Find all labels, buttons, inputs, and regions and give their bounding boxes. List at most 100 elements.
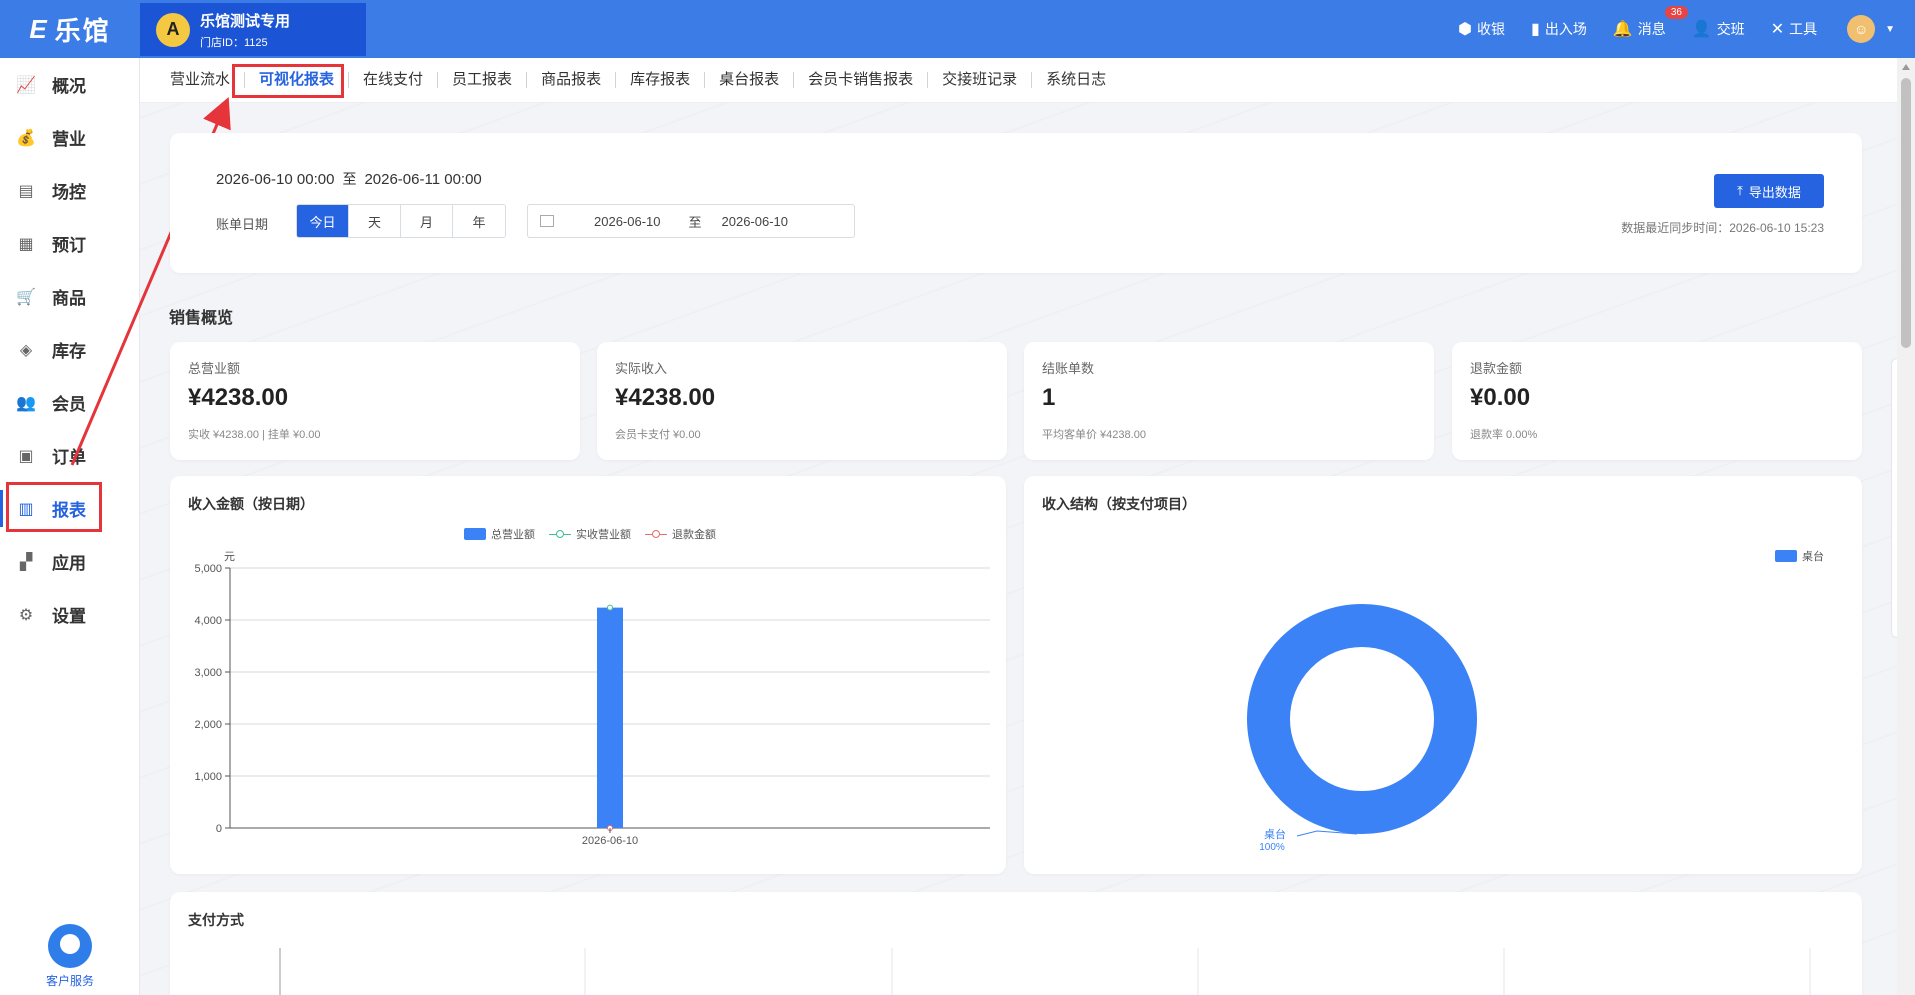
filter-card: 2026-06-10 00:00 至 2026-06-11 00:00 账单日期 今… — [170, 133, 1862, 273]
cash-register-button[interactable]: ⬢ 收银 — [1458, 19, 1505, 39]
tab-online-payment[interactable]: 在线支付 — [349, 72, 439, 88]
bell-icon: 🔔 — [1612, 21, 1633, 38]
income-bar-chart: 元5,000 4,000 3,000 2,000 1,000 0 2026-06-10 — [194, 551, 990, 847]
chevron-down-icon[interactable]: ▼ — [1885, 24, 1895, 35]
tab-inventory-report[interactable]: 库存报表 — [616, 72, 706, 88]
money-bag-icon: 💰 — [16, 129, 36, 147]
sidebar-item-goods[interactable]: 🛒 商品 — [0, 270, 139, 323]
sidebar-item-apps[interactable]: ▞ 应用 — [0, 535, 139, 588]
gear-icon: ⚙ — [18, 606, 34, 624]
message-count-badge: 36 — [1664, 6, 1688, 19]
sidebar-item-label: 商品 — [52, 289, 86, 308]
export-data-button[interactable]: ⤒ 导出数据 — [1714, 174, 1824, 208]
sidebar-item-label: 库存 — [52, 342, 86, 361]
sidebar-item-business[interactable]: 💰 营业 — [0, 111, 139, 164]
period-month-button[interactable]: 月 — [401, 205, 453, 237]
customer-service-button[interactable]: 客户服务 — [0, 924, 140, 989]
sidebar-item-inventory[interactable]: ◈ 库存 — [0, 323, 139, 376]
y-tick-label: 4,000 — [194, 615, 222, 627]
sidebar-item-booking[interactable]: ▦ 预订 — [0, 217, 139, 270]
slice-label-percent: 100% — [1259, 842, 1285, 853]
income-donut-chart: 桌台100% — [1247, 604, 1477, 853]
tab-system-log[interactable]: 系统日志 — [1032, 72, 1120, 88]
y-axis-unit: 元 — [224, 551, 235, 563]
top-bar: E 乐馆 A 乐馆测试专用 门店ID：1125 ⬢ 收银 ▮ 出入场 🔔 消息 36 👤 交… — [0, 0, 1915, 58]
sidebar-item-overview[interactable]: 📈 概况 — [0, 58, 139, 111]
kpi-value: 1 — [1042, 384, 1056, 411]
kpi-label: 总营业额 — [188, 361, 241, 376]
sidebar-item-label: 概况 — [52, 77, 86, 96]
scroll-up-icon[interactable] — [1902, 64, 1910, 70]
range-sep: 至 — [342, 171, 357, 187]
tab-goods-report[interactable]: 商品报表 — [527, 72, 617, 88]
date-from: 2026-06-10 — [594, 213, 661, 229]
kpi-sub: 实收 ¥4238.00 | 挂单 ¥0.00 — [188, 429, 321, 441]
sidebar-item-label: 营业 — [52, 130, 86, 149]
export-label: 导出数据 — [1748, 184, 1801, 200]
tools-button[interactable]: ✕ 工具 — [1771, 19, 1817, 39]
user-avatar[interactable]: ☺ — [1847, 15, 1876, 43]
store-name: 乐馆测试专用 — [200, 12, 291, 30]
headset-icon — [48, 924, 92, 968]
top-actions: ⬢ 收银 ▮ 出入场 🔔 消息 36 👤 交班 ✕ 工具 ☺ ▼ — [1432, 0, 1895, 58]
customer-service-label: 客户服务 — [45, 974, 94, 988]
kpi-sub: 退款率 0.00% — [1470, 429, 1538, 441]
action-label: 消息 — [1637, 21, 1666, 37]
sidebar-item-field-control[interactable]: ▤ 场控 — [0, 164, 139, 217]
store-switcher[interactable]: A 乐馆测试专用 门店ID：1125 — [140, 3, 366, 56]
bar-total-revenue — [597, 607, 623, 828]
period-year-button[interactable]: 年 — [453, 205, 505, 237]
sync-time: 数据最近同步时间：2026-06-10 15:23 — [1621, 221, 1824, 235]
period-day-button[interactable]: 天 — [349, 205, 401, 237]
shift-handover-button[interactable]: 👤 交班 — [1692, 19, 1745, 39]
app-logo[interactable]: E 乐馆 — [0, 0, 140, 58]
kpi-card-actual-income: 实际收入 ¥4238.00 会员卡支付 ¥0.00 — [597, 342, 1007, 460]
annotation-highlight-tab — [232, 64, 344, 98]
sidebar-item-label: 设置 — [52, 607, 86, 626]
annotation-highlight-reports — [6, 482, 102, 532]
date-range-display: 2026-06-10 00:00 至 2026-06-11 00:00 — [216, 169, 482, 189]
action-label: 收银 — [1477, 21, 1506, 37]
trend-chart-icon: 📈 — [16, 76, 36, 94]
sidebar-item-label: 预订 — [52, 236, 86, 255]
kpi-sub: 平均客单价 ¥4238.00 — [1042, 429, 1146, 441]
upload-icon: ⤒ — [1737, 183, 1743, 198]
kpi-card-refund: 退款金额 ¥0.00 退款率 0.00% — [1452, 342, 1862, 460]
layers-icon: ◈ — [19, 341, 33, 359]
sidebar-item-settings[interactable]: ⚙ 设置 — [0, 588, 139, 641]
payment-table-grid — [279, 948, 1811, 995]
income-by-date-card: 收入金额（按日期） 总营业额 实收营业额 退款金额 元 5,000 4,000 3,0… — [170, 476, 1006, 874]
action-label: 交班 — [1716, 21, 1745, 37]
calendar-icon — [540, 215, 554, 227]
y-tick-label: 3,000 — [194, 667, 222, 679]
tab-shift-records[interactable]: 交接班记录 — [928, 72, 1033, 88]
payment-method-card: 支付方式 — [170, 892, 1862, 995]
report-tabs: 营业流水 可视化报表 在线支付 员工报表 商品报表 库存报表 桌台报表 会员卡销… — [140, 58, 1915, 103]
entry-exit-button[interactable]: ▮ 出入场 — [1531, 19, 1587, 39]
bill-date-label: 账单日期 — [216, 217, 269, 232]
period-selector: 今日 天 月 年 — [296, 204, 506, 238]
x-tick-label: 2026-06-10 — [582, 835, 638, 847]
range-start: 2026-06-10 00:00 — [216, 171, 335, 188]
y-tick-label: 5,000 — [194, 563, 222, 575]
page-scrollbar[interactable] — [1897, 58, 1915, 995]
kpi-label: 退款金额 — [1470, 361, 1523, 376]
scroll-thumb[interactable] — [1901, 78, 1911, 348]
slice-label-name: 桌台 — [1264, 827, 1286, 841]
door-icon: ▮ — [1531, 21, 1540, 38]
sidebar-item-label: 订单 — [52, 448, 86, 467]
tab-staff-report[interactable]: 员工报表 — [438, 72, 528, 88]
income-structure-card: 收入结构（按支付项目） 桌台 桌台 100% — [1024, 476, 1862, 874]
tab-table-report[interactable]: 桌台报表 — [705, 72, 795, 88]
sidebar-item-members[interactable]: 👥 会员 — [0, 376, 139, 429]
order-icon: ▣ — [18, 447, 34, 465]
kpi-value: ¥4238.00 — [188, 384, 289, 411]
sidebar-item-orders[interactable]: ▣ 订单 — [0, 429, 139, 482]
calendar-icon: ▦ — [18, 235, 34, 253]
date-range-picker[interactable]: 2026-06-10 至 2026-06-10 — [527, 204, 855, 238]
messages-button[interactable]: 🔔 消息 36 — [1612, 6, 1688, 39]
tab-member-card-report[interactable]: 会员卡销售报表 — [794, 72, 929, 88]
period-today-button[interactable]: 今日 — [297, 205, 349, 237]
user-swap-icon: 👤 — [1691, 21, 1712, 38]
sales-overview-title: 销售概览 — [169, 310, 234, 327]
